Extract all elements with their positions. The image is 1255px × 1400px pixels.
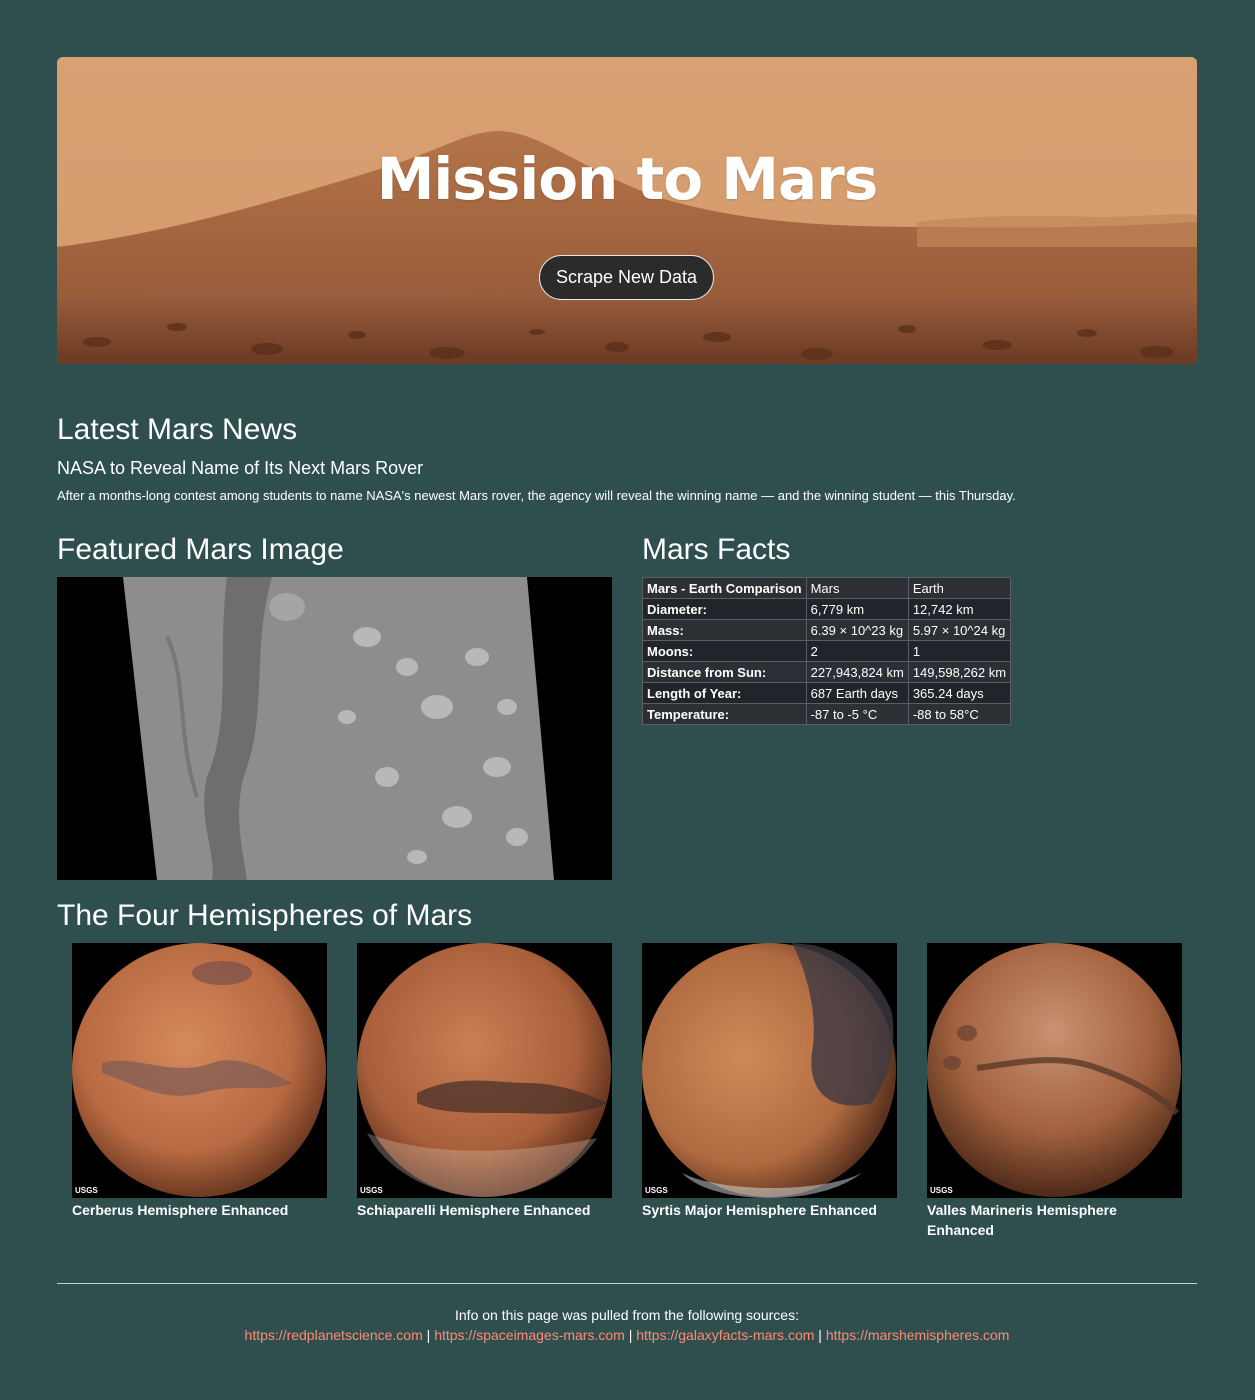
table-header-row: Mars - Earth Comparison Mars Earth [642,577,1012,599]
table-cell: 687 Earth days [805,682,909,704]
page-title: Mission to Mars [376,145,879,213]
table-cell: 6,779 km [805,598,909,620]
table-cell: Length of Year: [642,682,807,704]
hemisphere-card-cerberus: USGS Cerberus Hemisphere Enhanced [72,943,327,1220]
table-cell: 2 [805,640,909,662]
table-cell: 6.39 × 10^23 kg [805,619,909,641]
table-row: Diameter: 6,779 km 12,742 km [642,598,1012,620]
table-row: Temperature: -87 to -5 °C -88 to 58°C [642,703,1012,725]
table-cell: 149,598,262 km [907,661,1012,683]
table-cell: 12,742 km [907,598,1012,620]
table-cell: Moons: [642,640,807,662]
featured-section-title: Featured Mars Image [57,533,344,566]
usgs-logo: USGS [930,1186,953,1195]
hero-banner: Mission to Mars Scrape New Data [57,57,1197,364]
facts-table: Mars - Earth Comparison Mars Earth Diame… [642,577,1012,725]
hemispheres-section: The Four Hemispheres of Mars USGS Cerber… [57,899,1197,1243]
hemisphere-image: USGS [927,943,1182,1198]
footer: Info on this page was pulled from the fo… [57,1283,1197,1343]
table-cell: -88 to 58°C [907,703,1012,725]
footer-links: https://redplanetscience.com | https://s… [57,1327,1197,1343]
source-link-redplanetscience[interactable]: https://redplanetscience.com [245,1327,423,1343]
latest-news-section: Latest Mars News NASA to Reveal Name of … [57,413,1197,503]
table-header-cell: Earth [907,577,1012,599]
table-row: Mass: 6.39 × 10^23 kg 5.97 × 10^24 kg [642,619,1012,641]
table-row: Moons: 2 1 [642,640,1012,662]
hemisphere-card-syrtis-major: USGS Syrtis Major Hemisphere Enhanced [642,943,897,1220]
hemisphere-image: USGS [72,943,327,1198]
mars-facts-section: Mars Facts Mars - Earth Comparison Mars … [642,533,1012,725]
table-header-cell: Mars - Earth Comparison [642,577,807,599]
table-cell: -87 to -5 °C [805,703,909,725]
scrape-new-data-button[interactable]: Scrape New Data [539,255,714,300]
table-cell: 5.97 × 10^24 kg [907,619,1012,641]
hemisphere-card-valles-marineris: USGS Valles Marineris Hemisphere Enhance… [927,943,1182,1240]
link-separator: | [426,1327,431,1343]
hemisphere-card-schiaparelli: USGS Schiaparelli Hemisphere Enhanced [357,943,612,1220]
hemisphere-title: Schiaparelli Hemisphere Enhanced [357,1202,591,1218]
hemisphere-title: Valles Marineris Hemisphere Enhanced [927,1202,1117,1238]
link-separator: | [818,1327,822,1343]
link-separator: | [628,1327,633,1343]
table-cell: Temperature: [642,703,807,725]
footer-text: Info on this page was pulled from the fo… [455,1307,799,1323]
hemispheres-section-title: The Four Hemispheres of Mars [57,899,473,932]
table-row: Length of Year: 687 Earth days 365.24 da… [642,682,1012,704]
featured-image-section: Featured Mars Image [57,533,612,880]
table-row: Distance from Sun: 227,943,824 km 149,59… [642,661,1012,683]
page-container: Mission to Mars Scrape New Data Latest M… [57,57,1197,1343]
table-cell: Distance from Sun: [642,661,807,683]
source-link-galaxyfacts[interactable]: https://galaxyfacts-mars.com [636,1327,814,1343]
featured-mars-image [57,577,612,880]
hemispheres-row: USGS Cerberus Hemisphere Enhanced USGS S… [57,943,1197,1243]
facts-section-title: Mars Facts [642,533,791,566]
source-link-marshemispheres[interactable]: https://marshemispheres.com [826,1327,1010,1343]
hemisphere-image: USGS [357,943,612,1198]
hemisphere-title: Syrtis Major Hemisphere Enhanced [642,1202,877,1218]
usgs-logo: USGS [360,1186,383,1195]
table-cell: Mass: [642,619,807,641]
usgs-logo: USGS [75,1186,98,1195]
table-cell: 227,943,824 km [805,661,909,683]
news-headline: NASA to Reveal Name of Its Next Mars Rov… [57,458,424,478]
usgs-logo: USGS [645,1186,668,1195]
table-cell: Diameter: [642,598,807,620]
news-section-title: Latest Mars News [57,413,298,446]
table-header-cell: Mars [805,577,909,599]
source-link-spaceimages[interactable]: https://spaceimages-mars.com [434,1327,625,1343]
hemisphere-title: Cerberus Hemisphere Enhanced [72,1202,289,1218]
news-teaser: After a months-long contest among studen… [57,488,1016,503]
table-cell: 1 [907,640,1012,662]
table-cell: 365.24 days [907,682,1012,704]
hemisphere-image: USGS [642,943,897,1198]
